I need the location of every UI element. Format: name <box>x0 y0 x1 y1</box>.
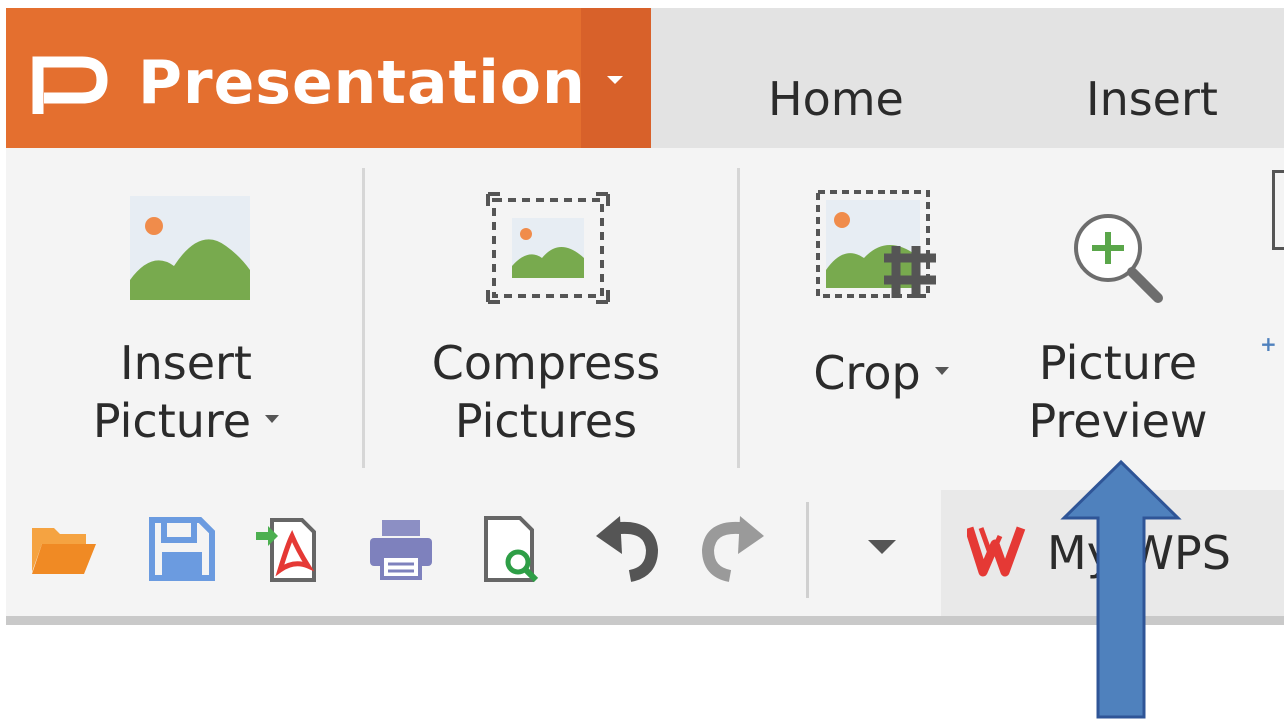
zoom-in-icon <box>1074 214 1163 303</box>
picture-preview-label-2: Preview <box>1028 394 1208 448</box>
chevron-down-icon <box>265 414 280 423</box>
chevron-down-icon <box>607 76 623 84</box>
ribbon-separator <box>737 168 740 468</box>
plus-icon: + <box>1260 332 1277 356</box>
print-icon[interactable] <box>366 514 436 584</box>
presentation-logo-icon <box>32 56 108 114</box>
annotation-arrow-up <box>1060 459 1182 719</box>
insert-picture-label-2: Picture <box>92 394 252 448</box>
compress-pictures-label-1: Compress <box>431 336 661 390</box>
chevron-down-icon <box>934 366 949 375</box>
app-menu-button[interactable]: Presentation <box>6 8 585 148</box>
toolbar-separator <box>806 502 809 598</box>
picture-preview-button[interactable]: Picture Preview <box>1000 148 1236 468</box>
crop-icon <box>816 190 936 298</box>
compress-image-icon <box>486 192 610 304</box>
title-bar: Presentation Home Insert <box>6 8 1284 148</box>
save-icon[interactable] <box>146 514 216 584</box>
wps-logo-icon <box>967 526 1026 577</box>
insert-picture-button[interactable]: Insert Picture <box>66 148 306 468</box>
app-menu-dropdown[interactable] <box>581 8 651 148</box>
customize-toolbar-dropdown-icon[interactable] <box>868 540 896 554</box>
compress-pictures-button[interactable]: Compress Pictures <box>406 148 686 468</box>
print-preview-icon[interactable] <box>478 514 548 584</box>
crop-label: Crop <box>813 346 921 400</box>
image-icon <box>130 196 250 300</box>
export-pdf-icon[interactable] <box>254 514 324 584</box>
redo-icon[interactable] <box>700 514 770 584</box>
picture-preview-label-1: Picture <box>1038 336 1198 390</box>
tab-insert[interactable]: Insert <box>1086 72 1218 126</box>
undo-icon[interactable] <box>590 514 660 584</box>
folder-open-icon[interactable] <box>28 514 98 584</box>
compress-pictures-label-2: Pictures <box>454 394 638 448</box>
insert-picture-label-1: Insert <box>120 336 252 390</box>
ribbon-separator <box>362 168 365 468</box>
next-ribbon-control-edge[interactable] <box>1272 170 1284 250</box>
crop-button[interactable]: Crop <box>776 148 986 468</box>
app-title: Presentation <box>138 48 586 118</box>
tab-home[interactable]: Home <box>768 72 904 126</box>
